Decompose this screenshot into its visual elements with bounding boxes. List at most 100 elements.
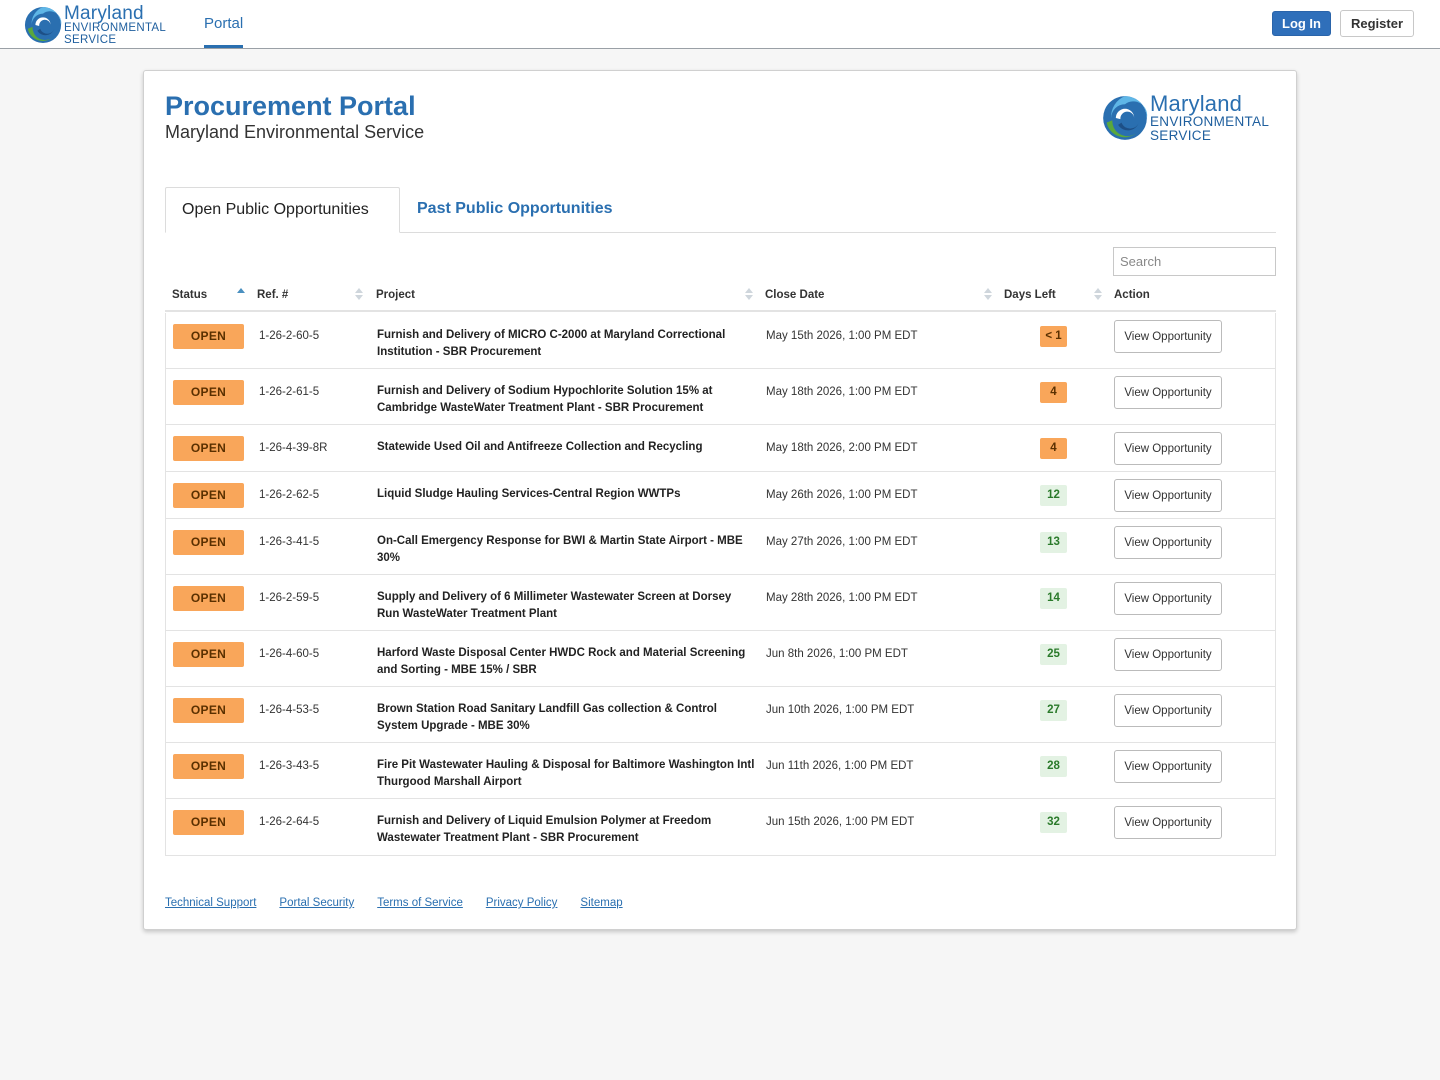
header-close-date[interactable]: Close Date [765, 279, 824, 312]
status-badge: OPEN [173, 754, 244, 779]
project-name: Statewide Used Oil and Antifreeze Collec… [377, 441, 703, 453]
status-badge: OPEN [173, 642, 244, 667]
status-badge: OPEN [173, 436, 244, 461]
table-row: OPEN 1-26-4-60-5 Harford Waste Disposal Ce… [166, 631, 1275, 687]
header-project[interactable]: Project [376, 279, 415, 312]
close-date: May 18th 2026, 1:00 PM EDT [766, 386, 918, 398]
opportunities-table-body: OPEN 1-26-2-60-5 Furnish and Delivery of M… [165, 313, 1276, 856]
opportunity-tabs: Open Public Opportunities Past Public Op… [165, 187, 1276, 233]
close-date: Jun 11th 2026, 1:00 PM EDT [766, 760, 914, 772]
view-opportunity-button[interactable]: View Opportunity [1114, 582, 1222, 615]
view-opportunity-button[interactable]: View Opportunity [1114, 479, 1222, 512]
table-row: OPEN 1-26-2-60-5 Furnish and Delivery of M… [166, 313, 1275, 369]
status-badge: OPEN [173, 380, 244, 405]
header-ref[interactable]: Ref. # [257, 279, 288, 312]
days-left-badge: 28 [1040, 756, 1067, 777]
days-left-badge: 4 [1040, 438, 1067, 459]
footer-sitemap-link[interactable]: Sitemap [580, 897, 622, 909]
project-name: Furnish and Delivery of Liquid Emulsion … [377, 815, 712, 844]
brand-line2: ENVIRONMENTAL [1150, 114, 1270, 129]
status-badge: OPEN [173, 586, 244, 611]
days-left-badge: 4 [1040, 382, 1067, 403]
brand-line1: Maryland [1150, 91, 1243, 116]
project-name: Supply and Delivery of 6 Millimeter Wast… [377, 591, 732, 620]
days-left-badge: 14 [1040, 588, 1067, 609]
brand-line3: SERVICE [64, 33, 117, 46]
sort-icon[interactable] [984, 288, 992, 302]
brand-line1: Maryland [64, 3, 144, 24]
project-name: Brown Station Road Sanitary Landfill Gas… [377, 703, 717, 732]
status-badge: OPEN [173, 530, 244, 555]
days-left-badge: 12 [1040, 485, 1067, 506]
brand-logo[interactable]: Maryland ENVIRONMENTAL SERVICE [24, 4, 166, 46]
view-opportunity-button[interactable]: View Opportunity [1114, 806, 1222, 839]
days-left-badge: 27 [1040, 700, 1067, 721]
view-opportunity-button[interactable]: View Opportunity [1114, 694, 1222, 727]
footer-technical-support-link[interactable]: Technical Support [165, 897, 256, 909]
close-date: May 15th 2026, 1:00 PM EDT [766, 330, 918, 342]
sort-icon[interactable] [1094, 288, 1102, 302]
brand-line3: SERVICE [1150, 127, 1212, 143]
search-input[interactable] [1113, 247, 1276, 276]
table-row: OPEN 1-26-3-41-5 On-Call Emergency Respons… [166, 519, 1275, 575]
sort-asc-icon[interactable] [237, 288, 245, 302]
status-badge: OPEN [173, 324, 244, 349]
table-row: OPEN 1-26-2-59-5 Supply and Delivery of 6 … [166, 575, 1275, 631]
days-left-badge: 13 [1040, 532, 1067, 553]
tab-open-opportunities[interactable]: Open Public Opportunities [165, 187, 400, 233]
project-name: Fire Pit Wastewater Hauling & Disposal f… [377, 759, 755, 788]
project-name: Furnish and Delivery of Sodium Hypochlor… [377, 385, 713, 414]
close-date: May 26th 2026, 1:00 PM EDT [766, 489, 918, 501]
tab-past-opportunities[interactable]: Past Public Opportunities [401, 187, 629, 233]
sort-icon[interactable] [355, 288, 363, 302]
brand-line2: ENVIRONMENTAL [64, 22, 167, 34]
brand-swirl-icon [1102, 95, 1148, 141]
ref-number: 1-26-2-60-5 [259, 330, 320, 342]
sort-icon[interactable] [745, 288, 753, 302]
days-left-badge: 32 [1040, 812, 1067, 833]
nav-portal-link[interactable]: Portal [204, 0, 244, 48]
project-name: Furnish and Delivery of MICRO C-2000 at … [377, 329, 726, 358]
project-name: Harford Waste Disposal Center HWDC Rock … [377, 647, 746, 676]
status-badge: OPEN [173, 810, 244, 835]
table-row: OPEN 1-26-3-43-5 Fire Pit Wastewater Hauli… [166, 743, 1275, 799]
ref-number: 1-26-4-60-5 [259, 648, 320, 660]
view-opportunity-button[interactable]: View Opportunity [1114, 526, 1222, 559]
project-name: Liquid Sludge Hauling Services-Central R… [377, 488, 681, 500]
ref-number: 1-26-3-43-5 [259, 760, 320, 772]
ref-number: 1-26-2-62-5 [259, 489, 320, 501]
view-opportunity-button[interactable]: View Opportunity [1114, 750, 1222, 783]
view-opportunity-button[interactable]: View Opportunity [1114, 638, 1222, 671]
view-opportunity-button[interactable]: View Opportunity [1114, 432, 1222, 465]
ref-number: 1-26-4-39-8R [259, 442, 328, 454]
table-row: OPEN 1-26-2-64-5 Furnish and Delivery of L… [166, 799, 1275, 855]
close-date: Jun 15th 2026, 1:00 PM EDT [766, 816, 915, 828]
ref-number: 1-26-4-53-5 [259, 704, 320, 716]
register-button[interactable]: Register [1340, 10, 1414, 37]
table-row: OPEN 1-26-4-53-5 Brown Station Road Sanita… [166, 687, 1275, 743]
status-badge: OPEN [173, 698, 244, 723]
view-opportunity-button[interactable]: View Opportunity [1114, 376, 1222, 409]
footer-portal-security-link[interactable]: Portal Security [279, 897, 354, 909]
close-date: Jun 10th 2026, 1:00 PM EDT [766, 704, 915, 716]
footer-privacy-link[interactable]: Privacy Policy [486, 897, 558, 909]
card-brand-logo: Maryland ENVIRONMENTAL SERVICE [1102, 93, 1269, 142]
table-row: OPEN 1-26-2-62-5 Liquid Sludge Hauling Ser… [166, 472, 1275, 519]
status-badge: OPEN [173, 483, 244, 508]
header-days-left[interactable]: Days Left [1004, 279, 1056, 312]
login-button[interactable]: Log In [1272, 11, 1331, 36]
close-date: Jun 8th 2026, 1:00 PM EDT [766, 648, 908, 660]
procurement-card: Procurement Portal Maryland Environmenta… [143, 70, 1297, 930]
top-navigation-bar: Maryland ENVIRONMENTAL SERVICE Portal Lo… [0, 0, 1440, 49]
table-row: OPEN 1-26-4-39-8R Statewide Used Oil and A… [166, 425, 1275, 472]
footer-terms-link[interactable]: Terms of Service [377, 897, 463, 909]
header-status[interactable]: Status [172, 279, 207, 312]
footer-links: Technical Support Portal Security Terms … [165, 897, 623, 909]
days-left-badge: < 1 [1040, 326, 1067, 347]
page-title: Procurement Portal [165, 91, 416, 121]
view-opportunity-button[interactable]: View Opportunity [1114, 320, 1222, 353]
table-row: OPEN 1-26-2-61-5 Furnish and Delivery of S… [166, 369, 1275, 425]
close-date: May 28th 2026, 1:00 PM EDT [766, 592, 918, 604]
days-left-badge: 25 [1040, 644, 1067, 665]
page-subtitle: Maryland Environmental Service [165, 122, 425, 142]
